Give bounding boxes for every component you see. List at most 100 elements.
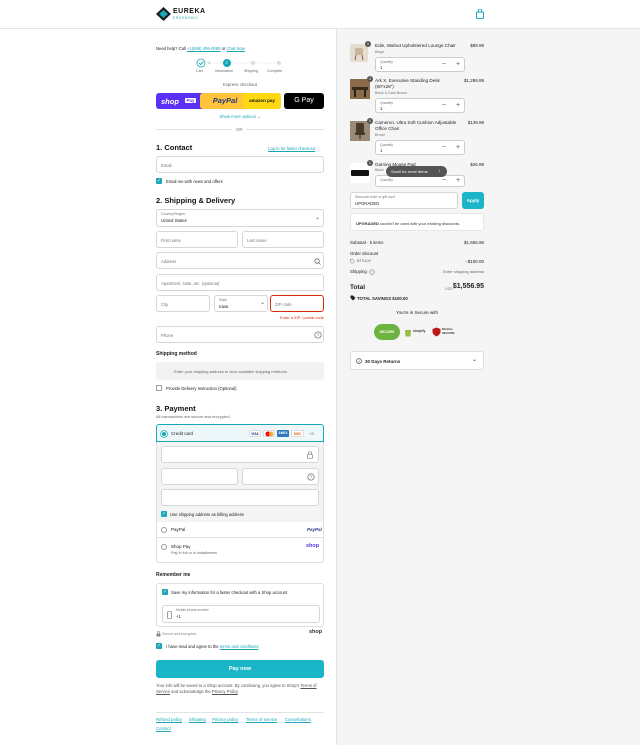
shop-pay-radio[interactable] [161, 544, 167, 550]
savings-tag-icon [350, 295, 356, 301]
svg-text:?: ? [317, 333, 320, 338]
google-pay-button[interactable]: G Pay [284, 93, 324, 109]
increase-button[interactable]: + [456, 102, 460, 109]
email-field[interactable]: Email [156, 156, 324, 173]
step-1-num: 1 [208, 60, 211, 65]
site-header: EUREKA ERGONOMIC [0, 0, 640, 29]
show-more-options[interactable]: Show more options ⌄ [156, 114, 324, 120]
last-name-field[interactable]: Last name [242, 231, 324, 248]
billing-label: Use shipping address as billing address [170, 512, 244, 517]
footer-cancellations-link[interactable]: Cancellations [285, 717, 311, 722]
terms-checkbox[interactable]: ✓ [156, 643, 162, 649]
expiry-field[interactable] [161, 468, 238, 485]
news-checkbox[interactable]: ✓ [156, 178, 162, 184]
step-information[interactable]: Information [215, 69, 233, 73]
zip-field[interactable]: ZIP code [270, 295, 324, 312]
footer-terms-link[interactable]: Terms of service [246, 717, 277, 722]
help-circle-icon[interactable]: ? [307, 473, 315, 481]
product-variant: Black [375, 168, 384, 172]
or-divider: OR [232, 126, 247, 132]
footer-shipping-link[interactable]: Shipping [189, 717, 206, 722]
country-select[interactable]: Country/Region United States ⌄ [156, 209, 324, 227]
decrease-button[interactable]: − [442, 61, 446, 68]
shop-pay-option[interactable]: Shop Pay Pay in full or in installments … [156, 538, 324, 563]
footer-refund-link[interactable]: Refund policy [156, 717, 182, 722]
paypal-option[interactable]: PayPal PayPal [156, 522, 324, 538]
lock-icon [307, 451, 313, 459]
increase-button[interactable]: + [456, 144, 460, 151]
product-image [350, 79, 370, 99]
amex-logo: AMEX [277, 430, 289, 437]
login-link[interactable]: Log in for faster checkout [268, 146, 315, 151]
city-field[interactable]: City [156, 295, 210, 312]
credit-card-option[interactable]: Credit card VISA AMEX DISC +3 [156, 424, 324, 442]
quantity-stepper[interactable]: Quantity 1 − + [375, 98, 465, 113]
save-info-checkbox[interactable]: ✓ [162, 589, 168, 595]
shield-icon [432, 327, 441, 337]
phone-link[interactable]: +1(866) 406-0089 [187, 46, 220, 51]
help-circle-icon[interactable]: ? [369, 269, 375, 275]
quantity-stepper[interactable]: Quantity 1 − + [375, 140, 465, 155]
scroll-more-pill[interactable]: Scroll for more items ↓ [386, 166, 447, 177]
state-select[interactable]: State Iowa ⌄ [214, 295, 268, 312]
footer-contact-link[interactable]: Contact [156, 726, 171, 731]
discover-logo: DISC [291, 430, 304, 437]
mastercard-logo [263, 430, 275, 437]
address-field[interactable]: Address [156, 252, 324, 269]
apply-button[interactable]: Apply [462, 192, 484, 209]
amazon-pay-button[interactable]: amazon pay [243, 93, 281, 109]
shop-logo: shop [309, 629, 323, 635]
delivery-instruction-checkbox[interactable] [156, 385, 162, 391]
phone-field[interactable]: Phone ? [156, 326, 324, 343]
quantity-stepper[interactable]: Quantity 1 − + [375, 57, 465, 72]
increase-button[interactable]: + [456, 177, 460, 184]
shop-privacy-link[interactable]: Privacy Policy [212, 689, 238, 694]
decrease-button[interactable]: − [442, 177, 446, 184]
news-label: Email me with news and offers [166, 179, 223, 184]
card-number-field[interactable] [161, 446, 319, 463]
apartment-field[interactable]: Apartment, suite, etc. (optional) [156, 274, 324, 291]
shopify-bag-icon [405, 330, 411, 337]
footer-divider [156, 712, 324, 713]
pay-now-button[interactable]: Pay now [156, 660, 324, 678]
terms-link[interactable]: terms and conditions [220, 644, 259, 649]
product-image [350, 121, 370, 141]
quantity-badge: 1 [367, 76, 373, 82]
subtotal-value: $1,656.95 [463, 240, 484, 245]
step-2-num: 2 [225, 60, 228, 65]
increase-button[interactable]: + [456, 61, 460, 68]
shopping-bag-icon[interactable] [476, 9, 484, 19]
subtotal-label: Subtotal · 5 items [350, 240, 384, 245]
save-info-label: Save my information for a faster checkou… [171, 590, 288, 595]
secure-text: Secure and encrypted [162, 632, 197, 636]
security-code-field[interactable]: ? [242, 468, 319, 485]
credit-card-radio[interactable] [161, 430, 167, 437]
name-on-card-field[interactable] [161, 489, 319, 506]
product-price: $1,299.99 [463, 78, 484, 83]
step-shipping: Shipping [244, 69, 258, 73]
decrease-button[interactable]: − [442, 144, 446, 151]
svg-text:?: ? [371, 270, 373, 274]
quantity-badge: 1 [367, 118, 373, 124]
footer-privacy-link[interactable]: Privacy policy [212, 717, 238, 722]
decrease-button[interactable]: − [442, 102, 446, 109]
paypal-radio[interactable] [161, 526, 167, 533]
discount-field[interactable]: Discount code or gift card UPGRADED [350, 192, 458, 209]
returns-accordion[interactable]: 30 Days Returns ⌄ [350, 351, 484, 370]
step-cart[interactable]: Cart [196, 69, 203, 73]
payment-heading: 3. Payment [156, 404, 196, 413]
billing-checkbox[interactable]: ✓ [161, 511, 167, 517]
mobile-phone-field[interactable]: Mobile phone number +1 [162, 605, 320, 623]
brand-logo[interactable]: EUREKA ERGONOMIC [156, 7, 216, 21]
product-image [350, 163, 370, 183]
chat-link[interactable]: Chat Now [226, 46, 244, 51]
checkout-steps: 1 2 Cart Information Shipping Complete [195, 58, 287, 76]
zip-error: Enter a ZIP / postal code [280, 315, 324, 320]
visa-logo: VISA [249, 430, 261, 437]
brand-name: EUREKA [173, 8, 206, 15]
arrow-down-icon: ↓ [438, 168, 441, 174]
first-name-field[interactable]: First name [156, 231, 238, 248]
tag-icon [350, 259, 355, 264]
help-circle-icon[interactable]: ? [314, 331, 322, 339]
product-image [350, 44, 368, 62]
